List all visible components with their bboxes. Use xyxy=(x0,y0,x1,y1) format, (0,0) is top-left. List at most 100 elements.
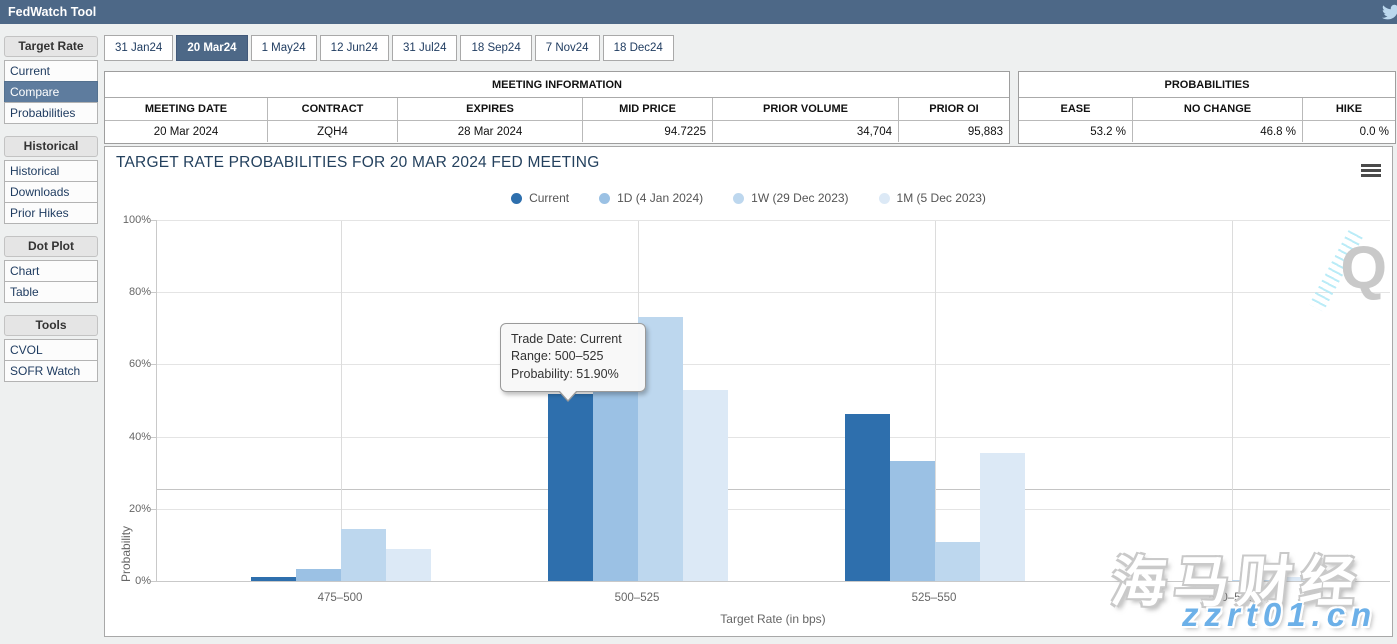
table-value-cell: 34,704 xyxy=(713,121,899,142)
meeting-information-title: MEETING INFORMATION xyxy=(105,72,1009,98)
date-tab[interactable]: 31 Jan24 xyxy=(104,35,173,61)
plot-area: 0%20%40%60%80%100% xyxy=(156,221,1390,582)
chart-tooltip: Trade Date: CurrentRange: 500–525Probabi… xyxy=(500,323,646,392)
x-axis-title: Target Rate (in bps) xyxy=(673,612,873,626)
table-value-cell: 0.0 % xyxy=(1303,121,1395,142)
probabilities-header-row: EASENO CHANGEHIKE xyxy=(1019,98,1395,121)
sidebar-section-header[interactable]: Historical xyxy=(4,136,98,157)
bar-1m-525–550[interactable] xyxy=(980,453,1025,581)
app-title-bar: FedWatch Tool xyxy=(0,0,1397,24)
sidebar-section-header[interactable]: Dot Plot xyxy=(4,236,98,257)
y-tick-mark xyxy=(151,437,157,438)
bar-1d-475–500[interactable] xyxy=(296,569,341,581)
y-tick-mark xyxy=(151,581,157,582)
quikstrike-q-logo: Q xyxy=(1310,227,1395,312)
legend-item[interactable]: 1W (29 Dec 2023) xyxy=(733,191,848,205)
bar-1w-525–550[interactable] xyxy=(935,542,980,581)
vertical-gridline xyxy=(1232,221,1233,581)
y-tick-label: 0% xyxy=(111,575,151,587)
date-tab[interactable]: 18 Dec24 xyxy=(603,35,674,61)
y-tick-mark xyxy=(151,509,157,510)
table-value-cell: 20 Mar 2024 xyxy=(105,121,268,142)
meeting-information-header-row: MEETING DATECONTRACTEXPIRESMID PRICEPRIO… xyxy=(105,98,1009,121)
sidebar-item[interactable]: CVOL xyxy=(4,339,98,361)
sidebar-item[interactable]: Probabilities xyxy=(4,102,98,124)
bar-1d-525–550[interactable] xyxy=(890,461,935,581)
x-category-label: 475–500 xyxy=(270,592,410,604)
table-header-cell: PRIOR VOLUME xyxy=(713,98,899,121)
bar-current-500–525[interactable] xyxy=(548,394,593,581)
probabilities-title: PROBABILITIES xyxy=(1019,72,1395,98)
date-tab[interactable]: 20 Mar24 xyxy=(176,35,247,61)
y-tick-label: 60% xyxy=(111,358,151,370)
chart-legend: Current 1D (4 Jan 2024) 1W (29 Dec 2023) 1M… xyxy=(105,191,1392,205)
sidebar-section: HistoricalHistoricalDownloadsPrior Hikes xyxy=(4,136,98,224)
table-header-cell: EXPIRES xyxy=(398,98,583,121)
bar-current-525–550[interactable] xyxy=(845,414,890,581)
table-value-cell: 94.7225 xyxy=(583,121,713,142)
vertical-gridline xyxy=(341,221,342,581)
bar-1d-500–525[interactable] xyxy=(593,392,638,581)
vertical-gridline xyxy=(935,221,936,581)
legend-item[interactable]: 1M (5 Dec 2023) xyxy=(879,191,986,205)
sidebar-section: Dot Plot ChartTable xyxy=(4,236,98,303)
sidebar-section: Target Rate CurrentCompareProbabilities xyxy=(4,36,98,124)
sidebar-section: Tools CVOLSOFR Watch xyxy=(4,315,98,382)
table-header-cell: NO CHANGE xyxy=(1133,98,1303,121)
sidebar-item[interactable]: Compare xyxy=(4,81,98,103)
app-title: FedWatch Tool xyxy=(8,5,96,19)
sidebar-item[interactable]: Historical xyxy=(4,160,98,182)
sidebar-item[interactable]: Chart xyxy=(4,260,98,282)
y-tick-label: 40% xyxy=(111,431,151,443)
legend-item[interactable]: 1D (4 Jan 2024) xyxy=(599,191,703,205)
bar-1w-475–500[interactable] xyxy=(341,529,386,581)
table-value-cell: 53.2 % xyxy=(1019,121,1133,142)
date-tabs: 31 Jan2420 Mar241 May2412 Jun2431 Jul241… xyxy=(104,35,674,61)
tooltip-line: Range: 500–525 xyxy=(511,348,635,365)
site-watermark-url: zzrt01.cn xyxy=(1182,596,1377,634)
sidebar-item[interactable]: Prior Hikes xyxy=(4,202,98,224)
date-tab[interactable]: 1 May24 xyxy=(251,35,317,61)
date-tab[interactable]: 31 Jul24 xyxy=(392,35,457,61)
twitter-bird-icon[interactable] xyxy=(1380,3,1397,21)
table-header-cell: MID PRICE xyxy=(583,98,713,121)
legend-dot-icon xyxy=(511,193,522,204)
meeting-information-panel: MEETING INFORMATION MEETING DATECONTRACT… xyxy=(104,71,1010,144)
sidebar: Target Rate CurrentCompareProbabilities Hi… xyxy=(4,36,98,394)
sidebar-item[interactable]: Current xyxy=(4,60,98,82)
date-tab[interactable]: 12 Jun24 xyxy=(320,35,389,61)
tooltip-line: Probability: 51.90% xyxy=(511,366,635,383)
sidebar-item[interactable]: SOFR Watch xyxy=(4,360,98,382)
hamburger-menu-icon[interactable] xyxy=(1361,164,1381,179)
legend-dot-icon xyxy=(733,193,744,204)
chart-title: TARGET RATE PROBABILITIES FOR 20 MAR 202… xyxy=(116,154,599,172)
legend-item[interactable]: Current xyxy=(511,191,569,205)
meeting-information-value-row: 20 Mar 2024ZQH428 Mar 202494.722534,7049… xyxy=(105,121,1009,142)
legend-dot-icon xyxy=(879,193,890,204)
table-header-cell: EASE xyxy=(1019,98,1133,121)
x-category-label: 525–550 xyxy=(864,592,1004,604)
y-tick-label: 80% xyxy=(111,286,151,298)
x-category-label: 500–525 xyxy=(567,592,707,604)
date-tab[interactable]: 18 Sep24 xyxy=(460,35,531,61)
probabilities-value-row: 53.2 %46.8 %0.0 % xyxy=(1019,121,1395,142)
y-tick-mark xyxy=(151,220,157,221)
y-tick-label: 20% xyxy=(111,503,151,515)
table-value-cell: 46.8 % xyxy=(1133,121,1303,142)
bar-1m-475–500[interactable] xyxy=(386,549,431,581)
date-tab[interactable]: 7 Nov24 xyxy=(535,35,600,61)
bar-current-475–500[interactable] xyxy=(251,577,296,581)
bar-1m-500–525[interactable] xyxy=(683,390,728,581)
sidebar-item[interactable]: Downloads xyxy=(4,181,98,203)
legend-label: 1W (29 Dec 2023) xyxy=(751,191,848,205)
legend-label: Current xyxy=(529,191,569,205)
sidebar-item[interactable]: Table xyxy=(4,281,98,303)
tooltip-line: Trade Date: Current xyxy=(511,331,635,348)
probabilities-panel: PROBABILITIES EASENO CHANGEHIKE 53.2 %46… xyxy=(1018,71,1396,144)
legend-label: 1M (5 Dec 2023) xyxy=(897,191,986,205)
legend-label: 1D (4 Jan 2024) xyxy=(617,191,703,205)
sidebar-section-header[interactable]: Tools xyxy=(4,315,98,336)
table-value-cell: 28 Mar 2024 xyxy=(398,121,583,142)
y-axis-title: Probability xyxy=(119,221,133,582)
sidebar-section-header[interactable]: Target Rate xyxy=(4,36,98,57)
